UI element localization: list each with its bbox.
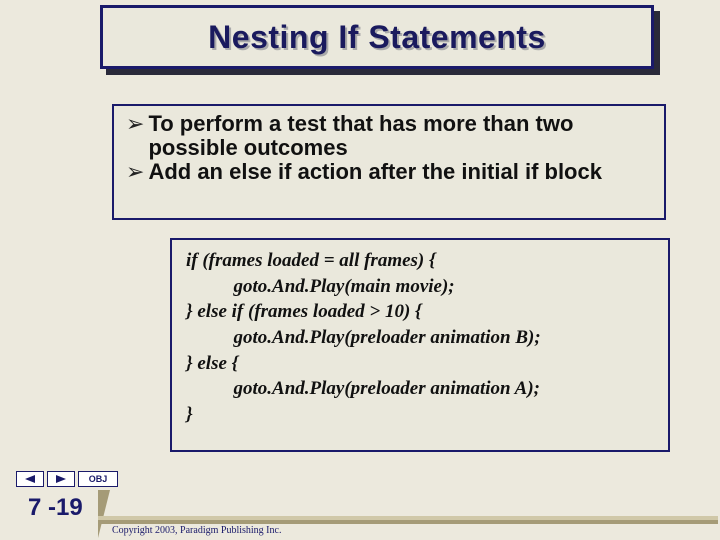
decoration-wedge — [98, 490, 110, 538]
prev-button[interactable] — [16, 471, 44, 487]
content-panel: ➢ To perform a test that has more than t… — [112, 104, 666, 220]
arrow-bullet-icon: ➢ — [126, 112, 144, 136]
next-button[interactable] — [47, 471, 75, 487]
copyright-text: Copyright 2003, Paradigm Publishing Inc. — [112, 525, 281, 536]
nav-bar: OBJ — [16, 470, 118, 488]
page-number: 7 -19 — [28, 494, 83, 522]
slide-title: Nesting If Statements — [208, 19, 546, 56]
code-block: if (frames loaded = all frames) { goto.A… — [170, 238, 670, 452]
decoration-bar — [98, 520, 718, 524]
obj-button[interactable]: OBJ — [78, 471, 118, 487]
bullet-text: To perform a test that has more than two… — [148, 112, 654, 160]
triangle-right-icon — [56, 475, 66, 483]
title-panel: Nesting If Statements — [100, 5, 654, 69]
title-container: Nesting If Statements — [100, 5, 660, 75]
bullet-item: ➢ To perform a test that has more than t… — [126, 112, 654, 160]
bullet-text: Add an else if action after the initial … — [148, 160, 602, 184]
arrow-bullet-icon: ➢ — [126, 160, 144, 184]
obj-label: OBJ — [89, 474, 108, 484]
triangle-left-icon — [25, 475, 35, 483]
bullet-item: ➢ Add an else if action after the initia… — [126, 160, 654, 184]
